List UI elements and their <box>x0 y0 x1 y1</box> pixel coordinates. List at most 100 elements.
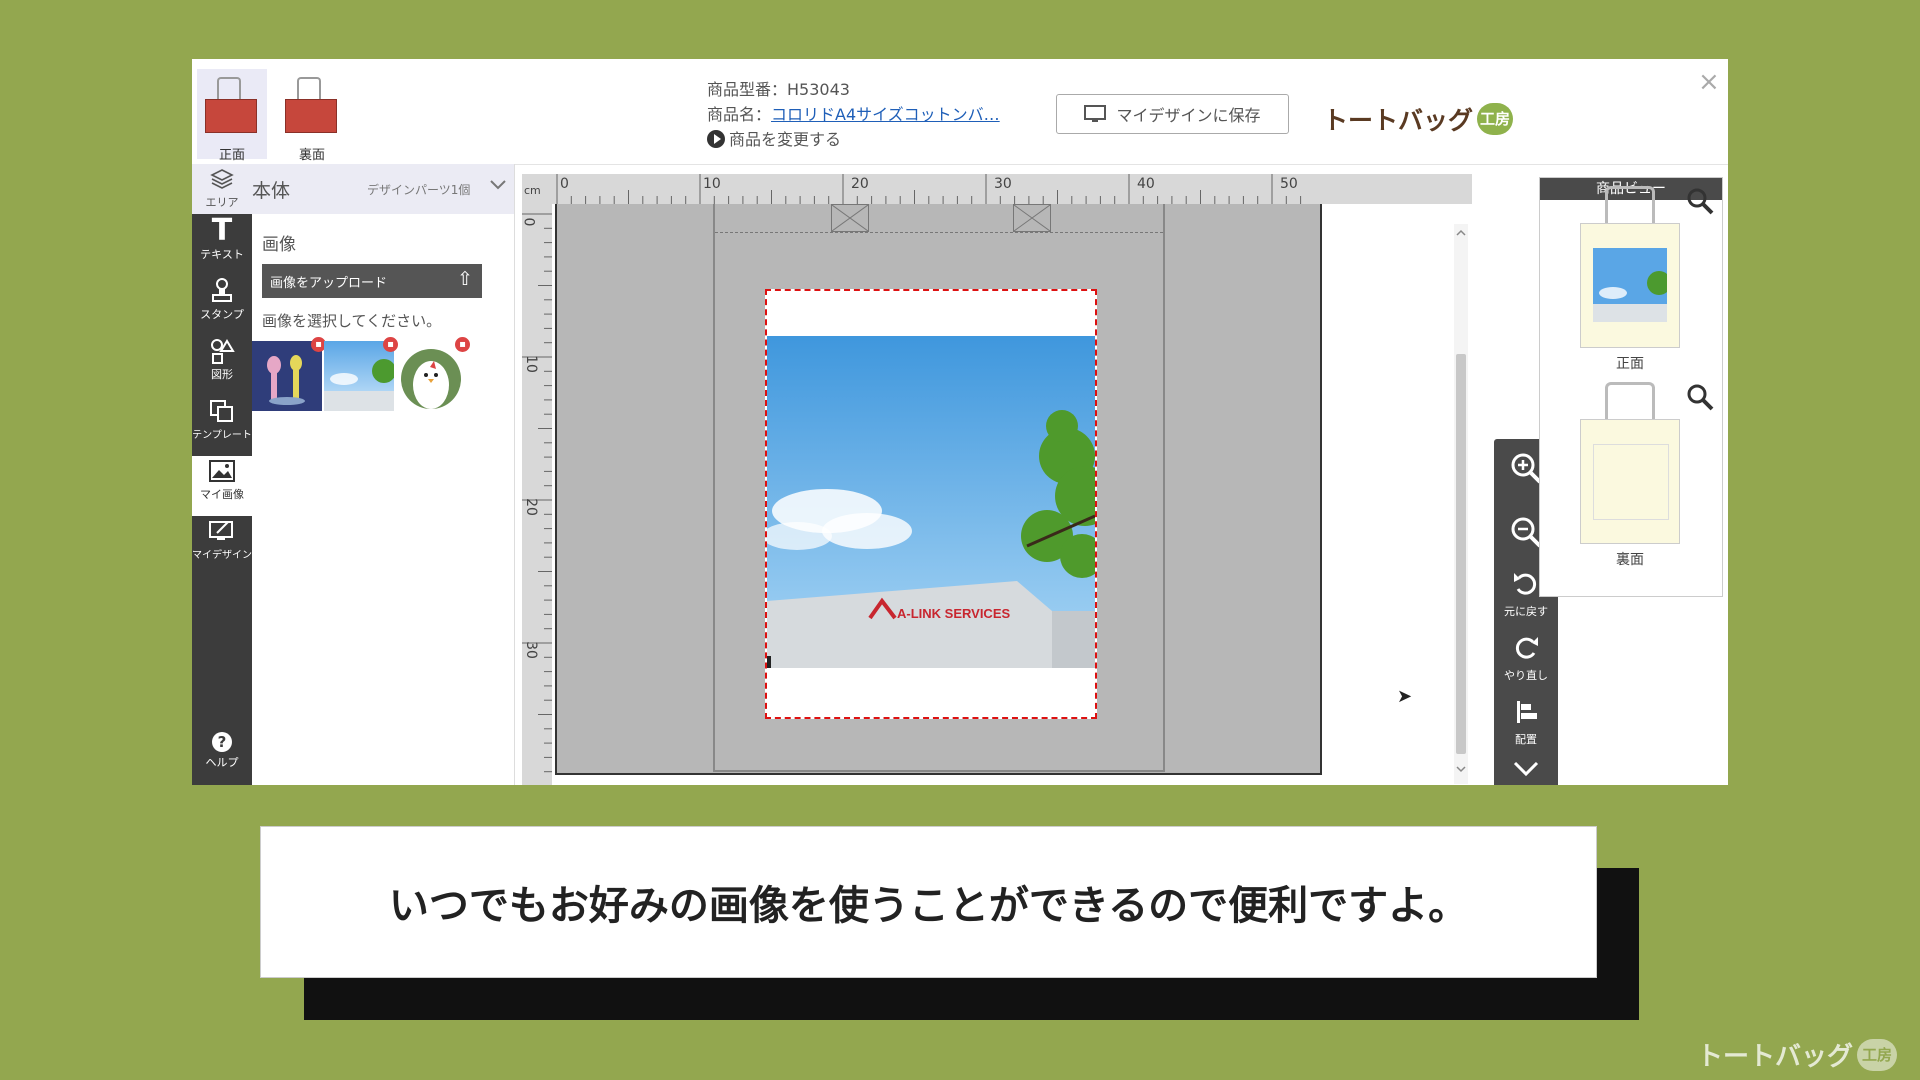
monitor-icon <box>1084 105 1107 122</box>
design-panel: 本体 デザインパーツ1個 画像 画像をアップロード ⇧ 画像を選択してください。… <box>252 164 515 785</box>
image-thumbnail[interactable]: ▪ <box>396 337 470 411</box>
template-icon <box>210 400 233 422</box>
redo-icon <box>1515 637 1538 659</box>
text-tool[interactable]: T テキスト <box>192 216 252 276</box>
save-design-label: マイデザインに保存 <box>1116 106 1261 125</box>
left-toolbar: エリア T テキスト スタンプ 図形 テンプレート マイ画像 マイデザイン ? … <box>192 164 252 785</box>
logo-text: トートバッグ <box>1323 106 1474 135</box>
front-preview-image <box>1593 248 1667 322</box>
logo: トートバッグ 工房 <box>1323 101 1514 137</box>
handle-mark <box>831 204 869 232</box>
work-area[interactable]: A-LINK SERVICES <box>555 204 1322 775</box>
image-icon <box>209 460 235 482</box>
search-icon[interactable] <box>1685 186 1715 223</box>
stamp-icon <box>212 278 232 302</box>
help-icon: ? <box>192 724 252 754</box>
design-canvas: cm 0 10 20 30 40 50 0 10 20 30 A-LINK SE… <box>520 174 1472 785</box>
ruler-unit[interactable]: cm <box>524 184 541 197</box>
mini-bag-handle <box>1605 186 1655 226</box>
panel-title: 本体 <box>252 180 291 202</box>
search-icon[interactable] <box>1685 382 1715 419</box>
chevron-down-icon <box>1513 761 1539 777</box>
ruler-left-label: 20 <box>522 498 539 516</box>
seam-line <box>715 232 1163 233</box>
undo-icon <box>1514 573 1537 595</box>
bag-icon <box>205 99 257 133</box>
bird-thumbnail-art <box>401 349 461 409</box>
placed-image[interactable]: A-LINK SERVICES <box>767 336 1095 668</box>
ruler-left-label: 30 <box>522 641 539 659</box>
canvas-scrollbar[interactable] <box>1454 224 1468 784</box>
layers-icon <box>210 169 234 189</box>
tab-front-label: 正面 <box>218 148 245 163</box>
sky-thumbnail-art <box>324 359 396 411</box>
arrange-label: 配置 <box>1515 733 1537 746</box>
scroll-up-icon[interactable] <box>1454 228 1468 238</box>
design-monitor-icon <box>209 521 233 540</box>
chevron-down-icon[interactable] <box>488 174 508 194</box>
watermark-text: トートバッグ <box>1697 1042 1854 1072</box>
print-area[interactable]: A-LINK SERVICES <box>765 289 1097 719</box>
image-thumbnail[interactable]: ▪ <box>324 337 398 411</box>
template-tool-label: テンプレート <box>192 430 252 441</box>
tab-back-label: 裏面 <box>298 148 325 163</box>
caption-box: いつでもお好みの画像を使うことができるので便利ですよ。 <box>260 826 1597 978</box>
handle-mark <box>1013 204 1051 232</box>
ruler-left: 0 10 20 30 <box>520 204 552 785</box>
my-design-tool[interactable]: マイデザイン <box>192 516 252 576</box>
shapes-icon <box>211 339 235 364</box>
more-tools-button[interactable] <box>1494 757 1558 785</box>
text-icon: T <box>211 213 233 248</box>
tab-back[interactable]: 裏面 <box>277 69 347 163</box>
section-title: 画像 <box>262 235 296 255</box>
ruler-top: cm 0 10 20 30 40 50 <box>522 174 1472 204</box>
ruler-left-ticks <box>522 213 552 773</box>
my-image-tool[interactable]: マイ画像 <box>192 456 252 516</box>
panel-header[interactable]: 本体 デザインパーツ1個 <box>252 164 514 214</box>
select-image-hint: 画像を選択してください。 <box>262 312 442 330</box>
scroll-down-icon[interactable] <box>1454 764 1468 774</box>
redo-button[interactable]: やり直し <box>1494 633 1558 683</box>
tab-front[interactable]: 正面 <box>197 69 267 163</box>
my-image-tool-label: マイ画像 <box>200 488 244 501</box>
upload-image-button[interactable]: 画像をアップロード ⇧ <box>262 264 482 298</box>
image-thumbnail[interactable]: ▪ <box>252 337 326 411</box>
scroll-thumb[interactable] <box>1456 354 1466 754</box>
x-mark-icon <box>831 204 869 232</box>
help-tool-label: ヘルプ <box>205 756 239 769</box>
save-design-button[interactable]: マイデザインに保存 <box>1056 94 1289 134</box>
back-preview-label: 裏面 <box>1616 552 1644 568</box>
ruler-left-label: 0 <box>520 217 537 227</box>
close-icon[interactable]: × <box>1698 67 1720 97</box>
x-mark-icon <box>1013 204 1051 232</box>
upload-image-label: 画像をアップロード <box>270 275 388 291</box>
zoom-out-icon <box>1511 517 1542 548</box>
bag-handle-icon <box>217 77 241 101</box>
upload-icon: ⇧ <box>457 268 473 290</box>
zoom-in-icon <box>1511 453 1542 484</box>
product-name-link[interactable]: コロリドA4サイズコットンバ… <box>771 105 1000 124</box>
product-code: 商品型番：H53043 <box>707 80 850 99</box>
delete-icon[interactable]: ▪ <box>455 337 470 352</box>
stamp-tool[interactable]: スタンプ <box>192 276 252 336</box>
change-product-link[interactable]: 商品を変更する <box>707 127 1000 152</box>
ruler-top-label: 50 <box>1280 176 1298 192</box>
ruler-top-label: 30 <box>994 176 1012 192</box>
logo-badge: 工房 <box>1477 103 1514 135</box>
ruler-left-label: 10 <box>522 355 539 373</box>
ruler-top-label: 10 <box>703 176 721 192</box>
text-tool-label: テキスト <box>200 248 244 261</box>
help-tool[interactable]: ? ヘルプ <box>192 724 252 782</box>
front-preview[interactable] <box>1580 223 1680 348</box>
ruler-top-label: 0 <box>560 176 569 192</box>
shape-tool[interactable]: 図形 <box>192 336 252 396</box>
back-preview[interactable] <box>1580 419 1680 544</box>
my-design-tool-label: マイデザイン <box>192 550 252 561</box>
template-tool[interactable]: テンプレート <box>192 396 252 456</box>
arrange-button[interactable]: 配置 <box>1494 697 1558 747</box>
product-info: 商品型番：H53043 商品名：コロリドA4サイズコットンバ… 商品を変更する <box>707 77 1000 152</box>
watermark-badge: 工房 <box>1857 1038 1898 1071</box>
top-bar: 正面 裏面 商品型番：H53043 商品名：コロリドA4サイズコットンバ… 商品… <box>192 59 1728 165</box>
area-tool[interactable]: エリア <box>192 164 252 214</box>
stamp-tool-label: スタンプ <box>200 308 244 321</box>
